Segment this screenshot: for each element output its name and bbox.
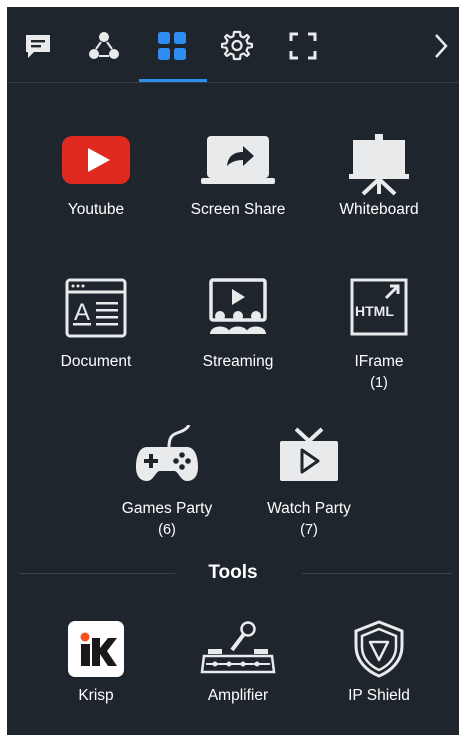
- app-screen-share[interactable]: Screen Share: [173, 134, 303, 234]
- app-youtube-label: Youtube: [67, 201, 125, 218]
- shield-icon: [354, 620, 404, 678]
- app-games-party-count: (6): [158, 522, 176, 538]
- krisp-logo-icon: [68, 621, 124, 677]
- participants-icon: [89, 32, 119, 59]
- tab-settings[interactable]: [220, 29, 254, 63]
- screen-share-icon: [201, 136, 275, 184]
- tool-ip-shield[interactable]: IP Shield: [314, 620, 444, 710]
- app-watch-party-count: (7): [300, 522, 318, 538]
- tools-divider-right: [302, 573, 452, 574]
- app-games-party-label: Games Party: [121, 500, 213, 517]
- apps-panel: Youtube Screen Share Whiteboard A Docume…: [7, 7, 459, 735]
- app-games-party[interactable]: Games Party (6): [102, 425, 232, 545]
- fullscreen-icon: [289, 32, 317, 60]
- chevron-right-icon: [435, 34, 448, 58]
- app-iframe-label: IFrame: [354, 353, 404, 370]
- app-whiteboard[interactable]: Whiteboard: [314, 134, 444, 234]
- tv-icon: [280, 427, 338, 481]
- tool-ip-shield-label: IP Shield: [348, 687, 410, 704]
- streaming-icon: [209, 278, 267, 334]
- app-streaming[interactable]: Streaming: [173, 278, 303, 378]
- app-streaming-label: Streaming: [202, 353, 274, 370]
- microphone-mixer-icon: [200, 621, 276, 674]
- gear-icon: [221, 30, 253, 61]
- app-watch-party-label: Watch Party: [267, 500, 351, 517]
- svg-text:A: A: [74, 299, 90, 326]
- youtube-icon: [62, 136, 130, 184]
- tab-chat[interactable]: [21, 29, 55, 63]
- tool-krisp-label: Krisp: [78, 687, 114, 704]
- document-icon: A: [65, 278, 127, 338]
- tab-fullscreen[interactable]: [286, 29, 320, 63]
- app-iframe[interactable]: HTML IFrame (1): [314, 278, 444, 398]
- tab-participants[interactable]: [87, 29, 121, 63]
- app-iframe-count: (1): [370, 375, 388, 391]
- app-document[interactable]: A Document: [31, 278, 161, 378]
- chat-icon: [26, 35, 50, 58]
- tool-amplifier-label: Amplifier: [207, 687, 269, 704]
- app-screen-share-label: Screen Share: [190, 201, 286, 218]
- whiteboard-icon: [349, 134, 409, 196]
- app-watch-party[interactable]: Watch Party (7): [244, 425, 374, 545]
- tool-amplifier[interactable]: Amplifier: [173, 620, 303, 710]
- apps-grid-icon: [158, 32, 186, 60]
- tool-krisp[interactable]: Krisp: [31, 620, 161, 710]
- tab-apps[interactable]: [155, 29, 189, 63]
- app-whiteboard-label: Whiteboard: [339, 201, 419, 218]
- app-youtube[interactable]: Youtube: [31, 134, 161, 234]
- tab-bar: [7, 7, 459, 83]
- iframe-html-icon: HTML: [350, 278, 408, 336]
- tab-collapse[interactable]: [424, 29, 458, 63]
- active-tab-indicator: [139, 79, 207, 82]
- svg-text:HTML: HTML: [355, 303, 394, 319]
- gamepad-icon: [136, 425, 198, 481]
- app-document-label: Document: [60, 353, 132, 370]
